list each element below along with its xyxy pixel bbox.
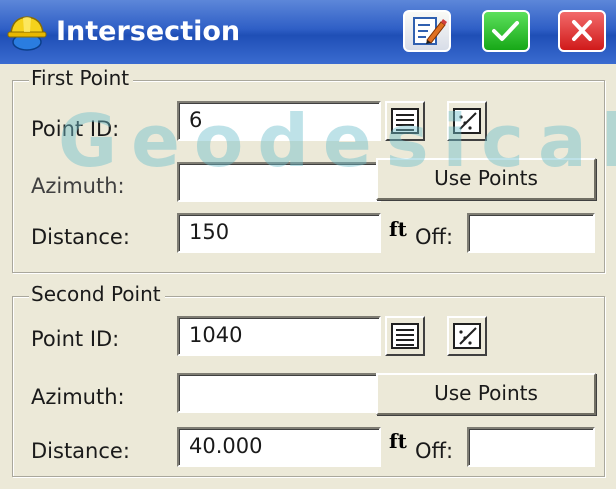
- second-point-map-button[interactable]: [447, 316, 487, 356]
- second-point-id-input[interactable]: 1040: [177, 316, 381, 356]
- second-point-group: Second Point Point ID: 1040 Azimuth: Use…: [12, 281, 605, 477]
- point-id-label: Point ID:: [31, 117, 120, 141]
- second-point-list-button[interactable]: [385, 316, 425, 356]
- first-point-map-button[interactable]: [447, 101, 487, 141]
- first-point-id-input[interactable]: 6: [177, 101, 381, 141]
- first-azimuth-input[interactable]: [177, 162, 381, 202]
- window-title: Intersection: [56, 16, 241, 47]
- distance-label: Distance:: [31, 225, 130, 249]
- second-azimuth-input[interactable]: [177, 373, 381, 413]
- edit-note-button[interactable]: [403, 10, 451, 52]
- point-id-label: Point ID:: [31, 327, 120, 351]
- azimuth-label: Azimuth:: [31, 174, 125, 198]
- azimuth-label: Azimuth:: [31, 385, 125, 409]
- distance-label: Distance:: [31, 439, 130, 463]
- first-offset-input[interactable]: [467, 213, 595, 253]
- first-distance-input[interactable]: 150: [177, 213, 381, 253]
- intersection-window: Intersection First Point Point ID: 6 Azi…: [0, 0, 616, 489]
- close-button[interactable]: [558, 10, 606, 52]
- second-point-group-label: Second Point: [29, 281, 165, 307]
- surveyor-hardhat-icon: [6, 12, 48, 52]
- second-use-points-button[interactable]: Use Points: [376, 373, 596, 415]
- second-offset-input[interactable]: [467, 427, 595, 467]
- first-point-group-label: First Point: [29, 65, 134, 91]
- first-point-list-button[interactable]: [385, 101, 425, 141]
- ok-button[interactable]: [482, 10, 530, 52]
- offset-label: Off:: [415, 225, 454, 249]
- title-bar: Intersection: [0, 0, 616, 64]
- second-distance-input[interactable]: 40.000: [177, 427, 381, 467]
- distance-unit-label: ft: [389, 217, 407, 241]
- first-point-group: First Point Point ID: 6 Azimuth: Use Poi…: [12, 65, 605, 273]
- first-use-points-button[interactable]: Use Points: [376, 158, 596, 200]
- offset-label: Off:: [415, 439, 454, 463]
- distance-unit-label: ft: [389, 429, 407, 453]
